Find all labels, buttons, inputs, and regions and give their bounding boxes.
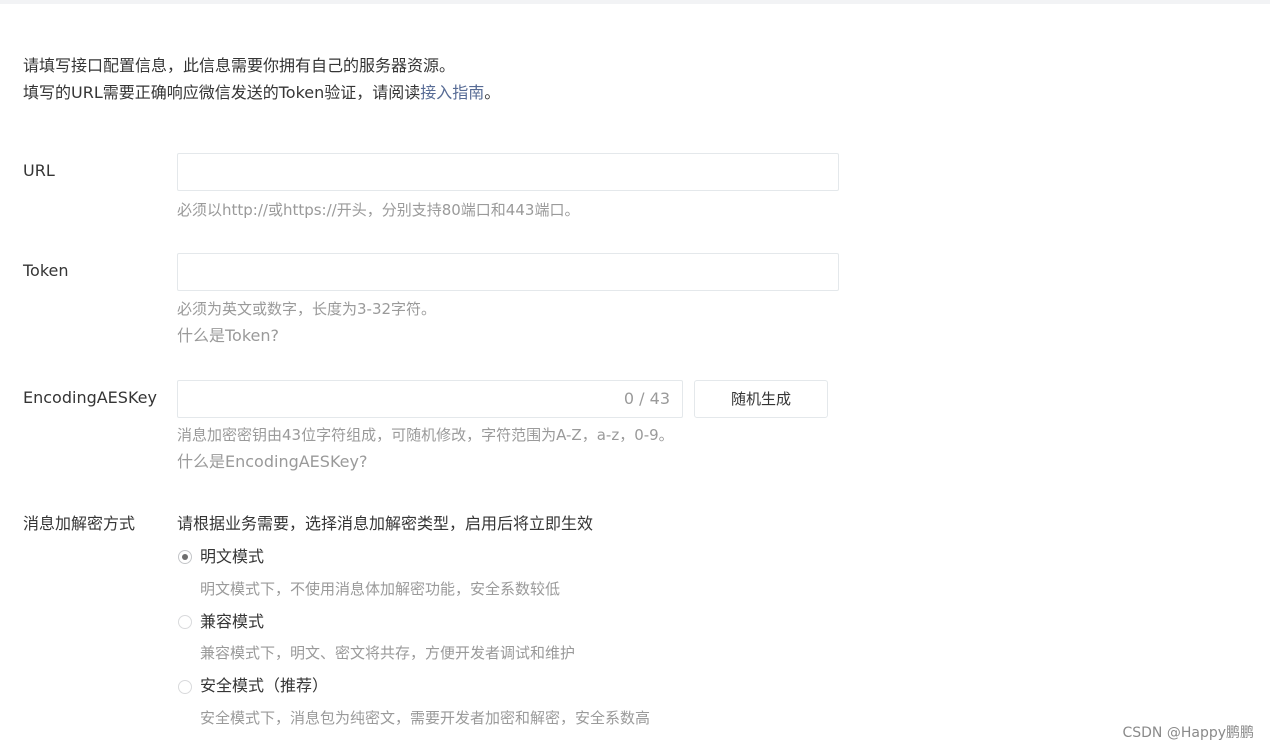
url-input[interactable]	[178, 154, 838, 190]
encryption-mode-prompt: 请根据业务需要，选择消息加解密类型，启用后将立即生效	[177, 514, 594, 533]
aeskey-label: EncodingAESKey	[23, 388, 157, 407]
encryption-mode-label: 消息加解密方式	[23, 514, 136, 533]
token-input[interactable]	[178, 254, 838, 290]
intro-line-2: 填写的URL需要正确响应微信发送的Token验证，请阅读接入指南。	[23, 82, 500, 104]
intro-line-2-suffix: 。	[484, 83, 501, 102]
compatible-mode-label[interactable]: 兼容模式	[200, 611, 264, 633]
token-tip: 必须为英文或数字，长度为3-32字符。	[177, 300, 437, 318]
plaintext-mode-desc: 明文模式下，不使用消息体加解密功能，安全系数较低	[200, 580, 561, 598]
url-input-box	[177, 153, 839, 191]
aeskey-input[interactable]	[178, 381, 682, 417]
token-label: Token	[23, 261, 69, 280]
plaintext-mode-label[interactable]: 明文模式	[200, 546, 264, 568]
aeskey-input-box: 0 / 43	[177, 380, 683, 418]
compatible-mode-radio[interactable]	[178, 615, 192, 629]
intro-line-2-text: 填写的URL需要正确响应微信发送的Token验证，请阅读	[23, 83, 421, 102]
aeskey-char-counter: 0 / 43	[623, 389, 670, 408]
top-bar	[0, 0, 1270, 4]
secure-mode-label[interactable]: 安全模式（推荐）	[200, 675, 328, 697]
secure-mode-radio[interactable]	[178, 680, 192, 694]
compatible-mode-desc: 兼容模式下，明文、密文将共存，方便开发者调试和维护	[200, 644, 576, 662]
what-is-aeskey-link[interactable]: 什么是EncodingAESKey?	[177, 451, 367, 473]
random-generate-button[interactable]: 随机生成	[694, 380, 828, 418]
aeskey-tip: 消息加密密钥由43位字符组成，可随机修改，字符范围为A-Z，a-z，0-9。	[177, 426, 674, 444]
intro-line-1: 请填写接口配置信息，此信息需要你拥有自己的服务器资源。	[23, 56, 456, 75]
secure-mode-desc: 安全模式下，消息包为纯密文，需要开发者加密和解密，安全系数高	[200, 709, 651, 727]
url-label: URL	[23, 161, 55, 180]
watermark: CSDN @Happy鹏鹏	[1122, 725, 1254, 741]
access-guide-link[interactable]: 接入指南	[420, 83, 484, 102]
what-is-token-link[interactable]: 什么是Token?	[177, 325, 279, 347]
token-input-box	[177, 253, 839, 291]
plaintext-mode-radio[interactable]	[178, 550, 192, 564]
url-tip: 必须以http://或https://开头，分别支持80端口和443端口。	[177, 201, 580, 219]
